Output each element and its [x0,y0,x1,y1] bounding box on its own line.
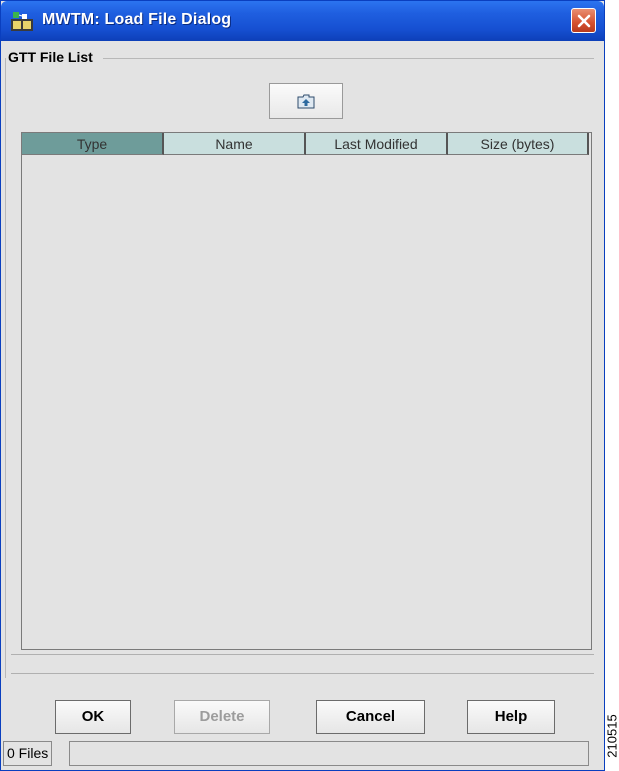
separator [11,673,594,674]
close-x-icon [577,14,591,28]
separator [11,654,594,655]
column-header-size[interactable]: Size (bytes) [448,133,589,155]
table-body[interactable] [22,155,591,649]
up-one-level-folder-icon [297,94,315,109]
file-count-status: 0 Files [3,741,53,766]
column-header-last-modified[interactable]: Last Modified [306,133,448,155]
delete-button[interactable]: Delete [174,700,270,734]
group-title: GTT File List [8,49,93,65]
column-header-type[interactable]: Type [22,133,164,155]
figure-code-text: 210515 [604,714,619,758]
cancel-button[interactable]: Cancel [316,700,425,734]
up-folder-button[interactable] [269,83,343,119]
table-header: Type Name Last Modified Size (bytes) [22,133,589,155]
figure-code: 210515 [605,705,619,767]
help-button[interactable]: Help [467,700,555,734]
title-bar[interactable]: MWTM: Load File Dialog [1,1,604,41]
close-button[interactable] [571,8,596,33]
status-message [69,741,589,766]
window-title: MWTM: Load File Dialog [42,11,232,28]
mwtm-app-icon [10,10,34,32]
dialog-content: GTT File List Type Name Last Modified Si… [3,41,602,770]
status-bar: 0 Files [3,738,602,770]
column-header-name[interactable]: Name [164,133,306,155]
group-border-left [5,58,6,678]
group-border-top [103,58,594,59]
ok-button[interactable]: OK [55,700,131,734]
load-file-dialog: MWTM: Load File Dialog GTT File List Typ… [0,0,605,771]
file-table: Type Name Last Modified Size (bytes) [21,132,592,650]
